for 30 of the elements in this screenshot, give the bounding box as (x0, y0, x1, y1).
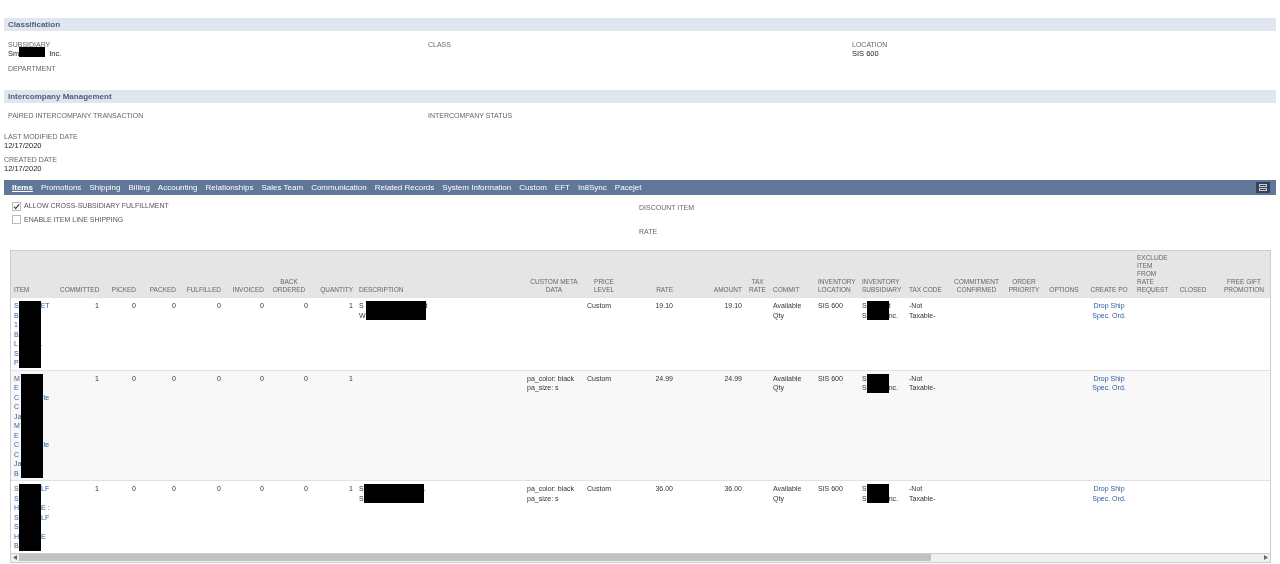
tab[interactable]: Promotions (36, 180, 86, 195)
tab[interactable]: Pacejet (610, 180, 646, 195)
tab[interactable]: Accounting (153, 180, 202, 195)
tab[interactable]: Communication (307, 180, 371, 195)
checkbox[interactable] (12, 201, 21, 211)
redaction-mark (365, 301, 426, 320)
tab[interactable]: In8Sync (573, 180, 611, 195)
section-header: Intercompany Management (4, 90, 1276, 103)
checkbox[interactable] (12, 215, 21, 225)
tab[interactable]: Items (8, 180, 37, 195)
horizontal-scrollbar[interactable] (11, 552, 1270, 562)
redaction-mark (866, 373, 889, 393)
scroll-left-icon[interactable] (11, 555, 19, 560)
redaction-mark (363, 484, 424, 503)
redaction-mark (19, 47, 46, 57)
redaction-mark (19, 484, 42, 551)
tab[interactable]: Related Records (370, 180, 439, 195)
tab[interactable]: Sales Team (257, 180, 308, 195)
redaction-mark (866, 301, 889, 320)
tab[interactable]: System Information (438, 180, 516, 195)
redaction-mark (866, 484, 889, 503)
tab[interactable]: Billing (124, 180, 154, 195)
tab[interactable]: Relationships (201, 180, 258, 195)
layout-toggle-icon[interactable] (1256, 182, 1270, 193)
redaction-mark (18, 301, 41, 368)
tab[interactable]: Shipping (85, 180, 125, 195)
scroll-right-icon[interactable] (1262, 555, 1270, 560)
section-header: Classification (4, 18, 1276, 31)
tab[interactable]: Custom (515, 180, 551, 195)
tab[interactable]: EFT (550, 180, 574, 195)
